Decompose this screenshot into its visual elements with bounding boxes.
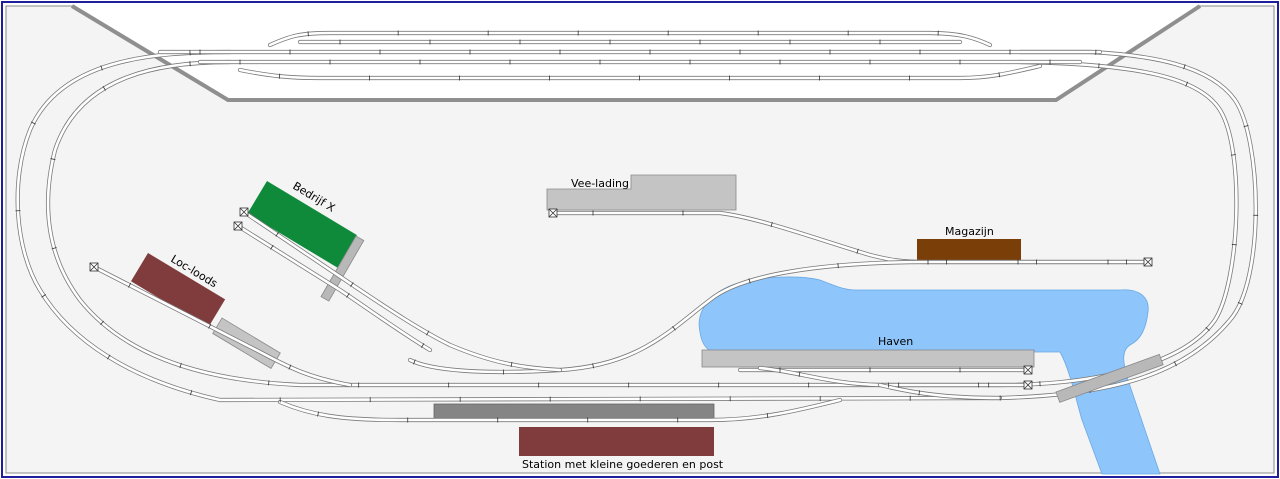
station-building [519,427,714,456]
station-platform [433,403,715,420]
label-haven: Haven [878,335,913,348]
track-plan: Vee-lading Magazijn Bedrijf X Loc-loods … [1,1,1279,478]
label-vee-lading: Vee-lading [571,177,629,190]
haven-quay [701,349,1035,368]
label-station: Station met kleine goederen en post [522,458,724,471]
label-magazijn: Magazijn [945,225,994,238]
magazijn-building [917,239,1021,260]
